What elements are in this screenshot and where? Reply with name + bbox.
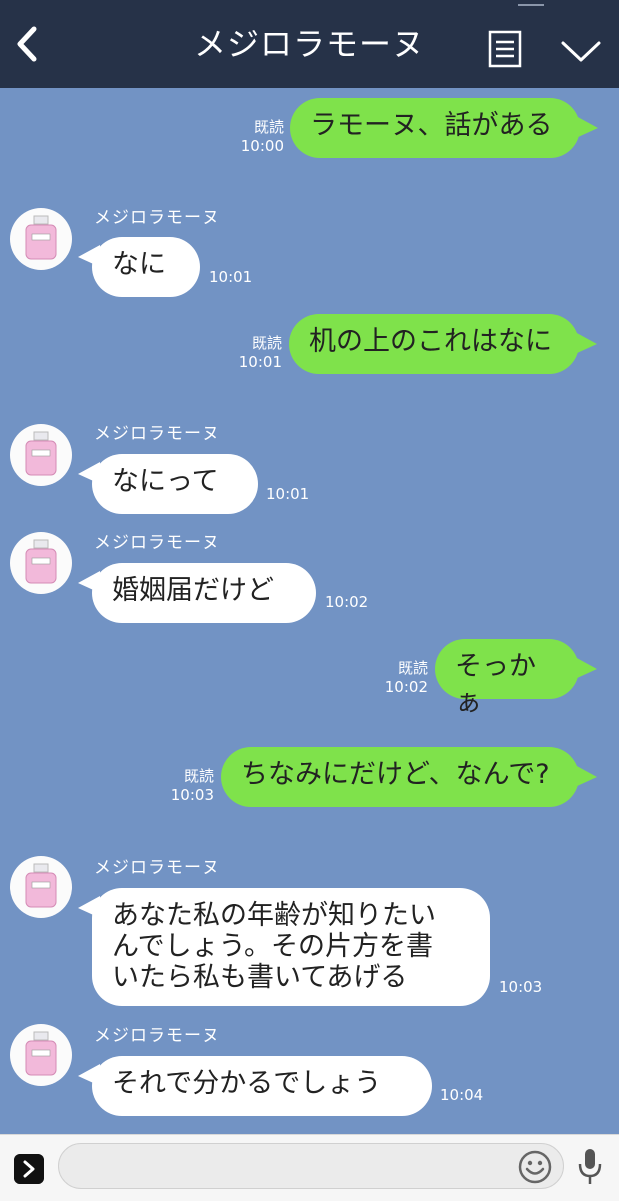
chat-header: メジロラモーヌ <box>0 0 619 88</box>
bubble-tail <box>575 765 597 787</box>
sender-name: メジロラモーヌ <box>94 424 220 444</box>
message-time: 10:01 <box>266 485 310 503</box>
sender-name: メジロラモーヌ <box>94 1026 220 1046</box>
incoming-message[interactable]: なにって <box>92 454 258 514</box>
outgoing-message[interactable]: そっかぁ <box>435 639 579 718</box>
input-bar <box>0 1134 619 1201</box>
message-input[interactable] <box>58 1143 564 1189</box>
avatar[interactable] <box>10 532 72 594</box>
perfume-bottle-icon <box>25 1031 57 1076</box>
chat-title: メジロラモーヌ <box>193 25 425 63</box>
incoming-message[interactable]: なに <box>92 237 200 297</box>
message-time: 10:04 <box>440 1086 484 1104</box>
perfume-bottle-icon <box>25 863 57 908</box>
incoming-message[interactable]: それで分かるでしょう <box>92 1056 432 1116</box>
perfume-bottle-icon <box>25 431 57 476</box>
outgoing-message[interactable]: ちなみにだけど、なんで? <box>221 747 579 807</box>
chevron-down-icon[interactable] <box>560 38 602 66</box>
read-receipt: 既読 10:03 <box>170 767 214 804</box>
read-receipt: 既読 10:01 <box>238 334 282 371</box>
bubble-tail <box>575 657 597 679</box>
menu-list-icon[interactable] <box>488 30 522 68</box>
read-receipt: 既読 10:02 <box>384 659 428 696</box>
perfume-bottle-icon <box>25 215 57 260</box>
avatar[interactable] <box>10 1024 72 1086</box>
message-list[interactable]: 既読 10:00 ラモーヌ、話がある メジロラモーヌ なに 10:01 既読 10:… <box>0 88 619 1134</box>
message-time: 10:02 <box>325 593 369 611</box>
emoji-icon[interactable] <box>518 1150 552 1184</box>
outgoing-message[interactable]: 机の上のこれはなに <box>289 314 579 374</box>
read-receipt: 既読 10:00 <box>240 118 284 155</box>
incoming-message[interactable]: あなた私の年齢が知りたい んでしょう。その片方を書 いたら私も書いてあげる <box>92 888 490 1006</box>
message-time: 10:03 <box>499 978 543 996</box>
avatar[interactable] <box>10 424 72 486</box>
outgoing-message[interactable]: ラモーヌ、話がある <box>290 98 580 158</box>
bubble-tail <box>575 332 597 354</box>
message-line: んでしょう。その片方を書 <box>112 931 434 962</box>
bubble-tail <box>576 116 598 138</box>
sender-name: メジロラモーヌ <box>94 533 220 553</box>
incoming-message[interactable]: 婚姻届だけど <box>92 563 316 623</box>
message-time: 10:01 <box>209 268 253 286</box>
message-line: あなた私の年齢が知りたい <box>112 900 436 931</box>
perfume-bottle-icon <box>25 539 57 584</box>
sender-name: メジロラモーヌ <box>94 858 220 878</box>
message-line: いたら私も書いてあげる <box>112 962 408 993</box>
sender-name: メジロラモーヌ <box>94 208 220 228</box>
microphone-icon[interactable] <box>576 1147 604 1187</box>
expand-arrow-icon[interactable] <box>14 1154 44 1184</box>
avatar[interactable] <box>10 208 72 270</box>
avatar[interactable] <box>10 856 72 918</box>
header-tab-indicator <box>518 0 544 6</box>
